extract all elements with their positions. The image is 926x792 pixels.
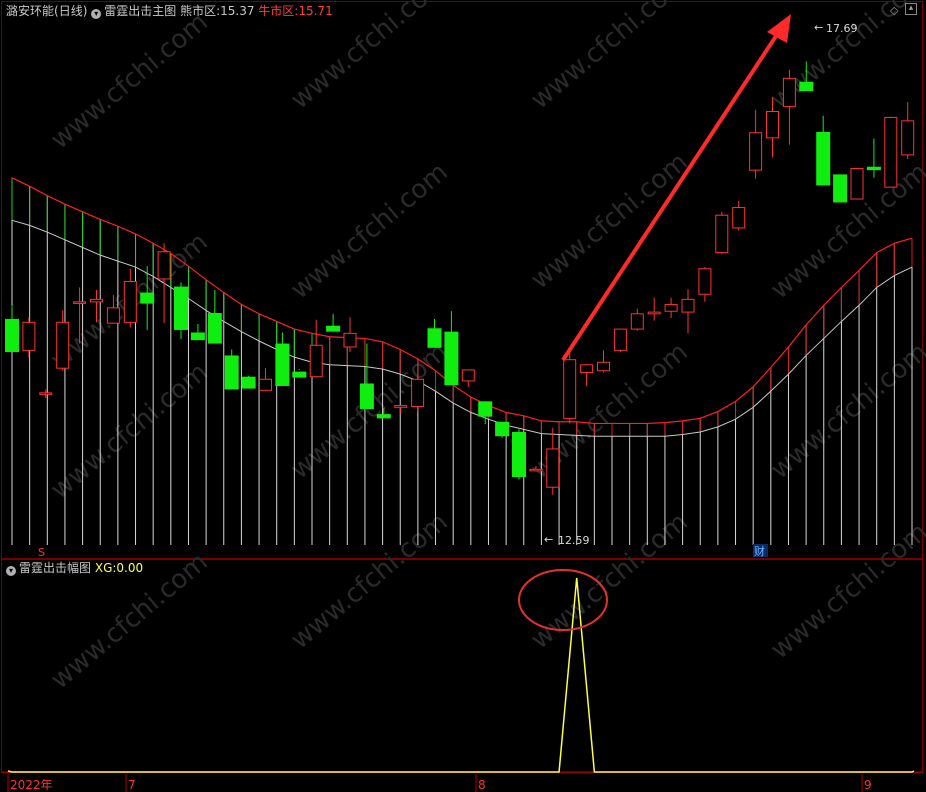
candle	[275, 332, 290, 387]
watermark-text: www.cfchi.com	[285, 507, 454, 655]
x-tick-label: 8	[478, 778, 486, 792]
bull-value: 15.71	[298, 4, 333, 18]
candle	[56, 310, 70, 371]
candle	[647, 297, 661, 321]
watermark-text: www.cfchi.com	[525, 0, 694, 115]
period: (日线)	[54, 4, 88, 18]
chart-canvas: www.cfchi.com www.cfchi.com www.cfchi.com w…	[1, 0, 926, 792]
watermark-text: www.cfchi.com	[45, 7, 214, 155]
s-marker: S	[38, 546, 45, 559]
candle	[343, 317, 357, 353]
x-axis-labels: 2022年 7 8 9	[7, 774, 872, 792]
bear-label: 熊市区:	[180, 4, 221, 18]
high-price-label: ←	[814, 21, 823, 34]
main-header: 潞安环能(日线) ▾ 雷霆出击主图 熊市区:15.37 牛市区:15.71	[6, 4, 333, 19]
x-tick-label: 7	[128, 778, 136, 792]
watermark-text: www.cfchi.com	[285, 157, 454, 305]
collapse-icon[interactable]: ▴	[905, 3, 917, 15]
sub-indicator-menu-icon[interactable]: ▾	[6, 566, 16, 576]
bull-label: 牛市区:	[258, 4, 299, 18]
candle	[884, 116, 898, 188]
candle	[5, 305, 19, 353]
candle	[613, 328, 627, 353]
candle	[698, 267, 712, 302]
high-price-value: 17.69	[826, 22, 858, 35]
candle	[732, 200, 746, 231]
candle	[22, 317, 36, 358]
candle	[359, 343, 374, 409]
low-price-value: 12.59	[558, 534, 590, 547]
indicator-menu-icon[interactable]: ▾	[91, 9, 102, 19]
candle	[749, 109, 763, 179]
low-price-arrow: ←	[544, 533, 553, 546]
diamond-icon[interactable]: ◇	[890, 4, 898, 17]
candle	[850, 167, 864, 200]
candle	[241, 375, 256, 389]
indicator-title[interactable]: 雷霆出击主图	[104, 4, 176, 18]
watermark-text: www.cfchi.com	[525, 507, 694, 655]
candle	[326, 313, 341, 332]
candle	[394, 405, 408, 414]
x-tick-label: 2022年	[10, 778, 53, 792]
candle	[512, 429, 526, 480]
sub-header: ▾ 雷霆出击幅图 XG:0.00	[6, 561, 143, 576]
candle	[681, 289, 695, 334]
bear-value: 15.37	[220, 4, 255, 18]
candle	[309, 319, 323, 378]
candle	[664, 297, 678, 319]
candle	[597, 350, 610, 373]
candle	[207, 290, 222, 344]
candle	[580, 363, 594, 387]
watermark-text: www.cfchi.com	[525, 147, 694, 295]
band-layer	[11, 177, 913, 545]
candle	[411, 376, 425, 412]
candle	[39, 389, 53, 398]
candle	[816, 115, 831, 186]
cai-marker: 财	[754, 544, 765, 558]
xg-label: XG:	[94, 561, 117, 575]
candle	[901, 102, 915, 160]
sub-panel-frame	[1, 559, 923, 773]
candle	[224, 349, 239, 390]
candle	[866, 138, 881, 178]
candle	[259, 368, 272, 391]
sub-indicator-title[interactable]: 雷霆出击幅图	[19, 561, 91, 575]
candle	[190, 324, 205, 341]
x-tick-label: 9	[864, 778, 872, 792]
watermark-text: www.cfchi.com	[765, 337, 926, 485]
candle	[563, 352, 577, 424]
watermark-text: www.cfchi.com	[765, 517, 926, 665]
candle	[630, 308, 644, 331]
candle	[478, 401, 493, 425]
candle	[833, 174, 848, 203]
candle	[174, 282, 188, 340]
xg-value: 0.00	[116, 561, 144, 575]
candle	[495, 421, 510, 438]
candle	[715, 211, 729, 255]
candle	[444, 311, 459, 386]
stock-name: 潞安环能	[6, 4, 55, 18]
candle	[427, 318, 442, 348]
candle	[461, 369, 475, 387]
